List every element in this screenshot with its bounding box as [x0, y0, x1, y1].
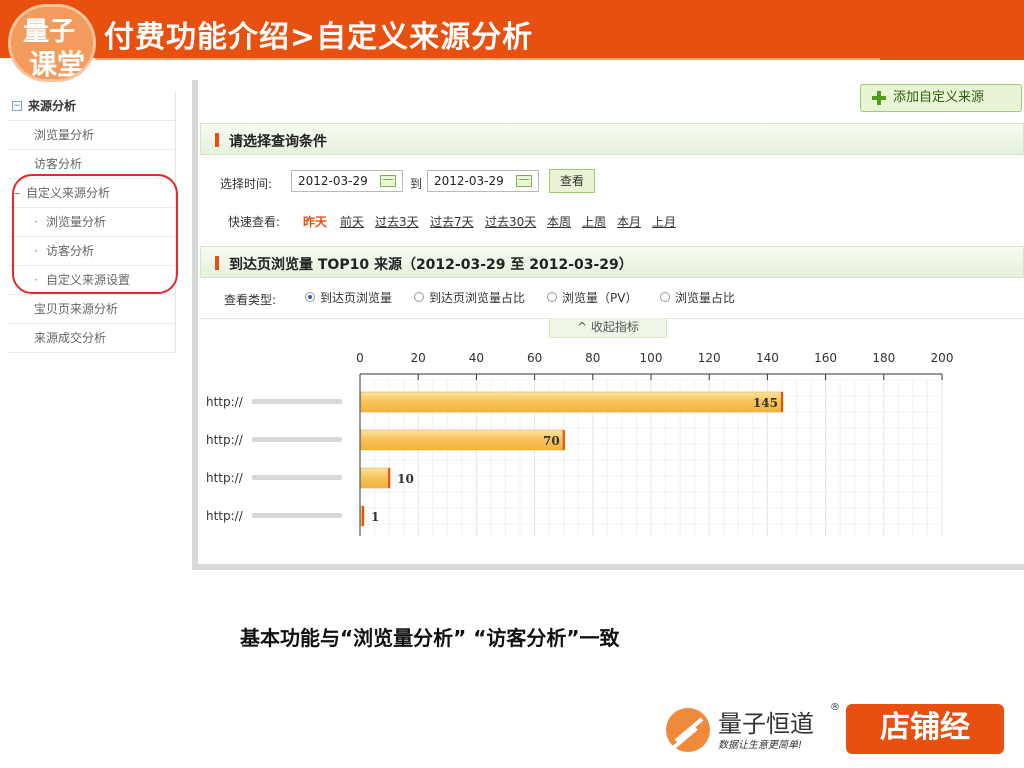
logo-line2: 课堂: [29, 48, 86, 81]
brand-registered: ®: [830, 702, 840, 713]
sidebar-item-label: 浏览量分析: [34, 128, 95, 142]
x-tick-label: 140: [756, 351, 779, 365]
bar-end-marker: [562, 430, 565, 450]
blurred-url: [252, 475, 342, 480]
quick-link-last-week[interactable]: 上周: [582, 213, 606, 230]
radio-label: 浏览量占比: [675, 291, 736, 305]
shop-brand-badge: 店铺经: [846, 704, 1004, 754]
x-tick-label: 80: [585, 351, 600, 365]
quick-link-day-before[interactable]: 前天: [340, 213, 364, 230]
x-tick-label: 20: [411, 351, 426, 365]
start-date-field[interactable]: 2012-03-29: [291, 170, 403, 192]
radio-pv-ratio[interactable]: [660, 292, 670, 302]
data-label: 1: [371, 510, 379, 524]
radio-label: 浏览量（PV）: [562, 291, 638, 305]
x-tick-label: 120: [698, 351, 721, 365]
start-date-value: 2012-03-29: [298, 174, 368, 188]
radio-landing-pv[interactable]: [305, 292, 315, 302]
to-label: 到: [410, 177, 423, 191]
section-marker: [215, 133, 219, 147]
sidebar-root-label: 来源分析: [28, 99, 77, 113]
radio-label: 到达页浏览量: [320, 291, 393, 305]
bar: [360, 429, 565, 451]
quick-link-last-month[interactable]: 上月: [652, 213, 676, 230]
radio-pv[interactable]: [547, 292, 557, 302]
sidebar-item-source-deal[interactable]: 来源成交分析: [8, 324, 176, 353]
plus-icon: [872, 91, 886, 105]
category-label: http://: [206, 395, 244, 409]
quick-link-7days[interactable]: 过去7天: [430, 213, 474, 230]
title-bar: 付费功能介绍>自定义来源分析: [0, 0, 1024, 58]
data-label: 70: [543, 434, 560, 448]
brand-slogan: 数据让生意更简单!: [718, 740, 803, 751]
time-label: 选择时间:: [220, 177, 273, 191]
brand-logo: 量子恒道 ® 数据让生意更简单!: [666, 702, 846, 758]
sidebar-item-item-page-source[interactable]: 宝贝页来源分析: [8, 295, 176, 324]
brand-name: 量子恒道: [718, 710, 814, 738]
category-label: http://: [206, 433, 244, 447]
collapse-metrics-toggle[interactable]: ^ 收起指标: [549, 318, 667, 338]
quick-view-label: 快速查看:: [228, 215, 281, 229]
sidebar-item-source-analysis[interactable]: − 来源分析: [8, 92, 176, 121]
sidebar-item-pv-analysis[interactable]: 浏览量分析: [8, 121, 176, 150]
blurred-url: [252, 437, 342, 442]
x-tick-label: 160: [814, 351, 837, 365]
collapse-icon[interactable]: −: [12, 101, 22, 111]
end-date-field[interactable]: 2012-03-29: [427, 170, 539, 192]
bar-end-marker: [780, 392, 783, 412]
radio-label: 到达页浏览量占比: [429, 291, 526, 305]
quick-link-this-month[interactable]: 本月: [617, 213, 641, 230]
data-label: 10: [397, 472, 414, 486]
x-tick-label: 60: [527, 351, 542, 365]
category-label: http://: [206, 471, 244, 485]
blurred-url: [252, 513, 342, 518]
x-tick-label: 180: [872, 351, 895, 365]
bar: [360, 391, 784, 413]
highlight-oval: [12, 174, 178, 294]
add-custom-source-button[interactable]: 添加自定义来源: [860, 84, 1022, 112]
sidebar-item-label: 宝贝页来源分析: [34, 302, 119, 316]
footer-note: 基本功能与“浏览量分析” “访客分析”一致: [240, 626, 620, 650]
classroom-logo: 量子 课堂: [8, 4, 96, 82]
bar-chart: 0 20 40 60 80 100 120 140 160 180 200 145 http:// 70 h…: [200, 340, 960, 540]
report-section-header: 到达页浏览量 TOP10 来源（2012-03-29 至 2012-03-29）: [200, 246, 1024, 278]
x-tick-label: 200: [931, 351, 954, 365]
calendar-icon[interactable]: [516, 175, 532, 187]
data-label: 145: [753, 396, 778, 410]
x-tick-label: 100: [640, 351, 663, 365]
category-label: http://: [206, 509, 244, 523]
radio-landing-pv-ratio[interactable]: [414, 292, 424, 302]
title-accent: [880, 58, 1024, 60]
section-marker: [215, 256, 219, 270]
sidebar-item-label: 来源成交分析: [34, 331, 107, 345]
query-section-title: 请选择查询条件: [229, 134, 327, 150]
quick-link-3days[interactable]: 过去3天: [375, 213, 419, 230]
brand-swirl-icon: [666, 708, 710, 752]
blurred-url: [252, 399, 342, 404]
report-section-title: 到达页浏览量 TOP10 来源（2012-03-29 至 2012-03-29）: [229, 257, 633, 273]
query-section-header: 请选择查询条件: [200, 123, 1024, 155]
add-button-label: 添加自定义来源: [893, 90, 985, 105]
x-tick-label: 0: [356, 351, 364, 365]
calendar-icon[interactable]: [380, 175, 396, 187]
view-button[interactable]: 查看: [549, 169, 595, 193]
type-label: 查看类型:: [224, 293, 277, 307]
quick-link-yesterday[interactable]: 昨天: [303, 213, 327, 230]
x-tick-label: 40: [469, 351, 484, 365]
slide: 付费功能介绍>自定义来源分析 量子 课堂 − 来源分析 浏览量分析 访客分析 –…: [0, 0, 1024, 768]
page-title: 付费功能介绍>自定义来源分析: [104, 20, 534, 55]
chart-svg: 0 20 40 60 80 100 120 140 160 180 200 145 http:// 70 h…: [206, 351, 954, 536]
quick-link-this-week[interactable]: 本周: [547, 213, 571, 230]
bar-end-marker: [362, 506, 364, 526]
bar: [360, 467, 391, 489]
end-date-value: 2012-03-29: [434, 174, 504, 188]
quick-link-30days[interactable]: 过去30天: [485, 213, 536, 230]
bar-end-marker: [388, 468, 391, 488]
